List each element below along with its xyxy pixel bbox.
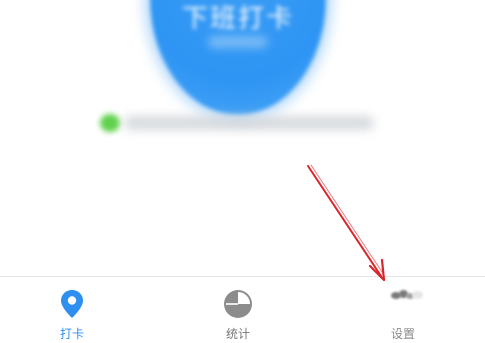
tab-settings-label: 设置 — [390, 327, 415, 341]
tab-statistics[interactable]: 统计 — [188, 277, 288, 343]
location-pin-icon — [59, 289, 85, 323]
location-status — [100, 112, 375, 134]
tab-clock-in[interactable]: 打卡 — [22, 277, 122, 343]
location-text — [124, 116, 374, 130]
clock-out-label: 下班打卡 — [181, 4, 294, 34]
tab-settings[interactable]: 设置 — [353, 277, 453, 343]
clock-out-button[interactable]: 下班打卡 — [150, 0, 326, 115]
pie-chart-icon — [223, 289, 253, 323]
tab-statistics-label: 统计 — [225, 327, 250, 341]
clock-time-text — [208, 36, 268, 48]
location-ok-icon — [100, 114, 120, 132]
bottom-tab-bar: 打卡 统计 设置 — [0, 276, 485, 343]
tab-clock-in-label: 打卡 — [59, 327, 84, 341]
gear-icon — [391, 288, 425, 300]
